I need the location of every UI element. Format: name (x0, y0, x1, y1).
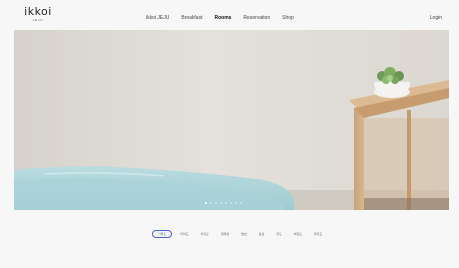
page: ikkoi JEJU ikkoi JEJU Breakfast Rooms Re… (0, 0, 459, 268)
hero-image (14, 30, 449, 210)
room-tabs: 가파도 마라도 차귀도 형제섬 범섬 섶섬 우도 비양도 제주도 (152, 230, 334, 238)
tab-gapado[interactable]: 가파도 (152, 230, 173, 238)
tab-jejudo[interactable]: 제주도 (314, 232, 322, 236)
site-header: ikkoi JEJU ikkoi JEJU Breakfast Rooms Re… (0, 0, 459, 30)
logo[interactable]: ikkoi JEJU (24, 5, 52, 23)
tab-biyangdo[interactable]: 비양도 (294, 232, 302, 236)
nav-item-reservation[interactable]: Reservation (243, 15, 270, 21)
logo-text: ikkoi (24, 5, 52, 18)
slide-dot[interactable] (230, 202, 232, 204)
login-link[interactable]: Login (430, 15, 442, 21)
slide-indicators (205, 202, 242, 204)
slide-dot[interactable] (210, 202, 212, 204)
slide-dot[interactable] (235, 202, 237, 204)
tab-seopseom[interactable]: 섶섬 (259, 232, 265, 236)
nav-item-ikkoi-jeju[interactable]: ikkoi JEJU (146, 15, 169, 21)
slide-dot[interactable] (225, 202, 227, 204)
tab-marado[interactable]: 마라도 (180, 232, 188, 236)
room-photo (14, 30, 449, 210)
tab-beomseom[interactable]: 범섬 (241, 232, 247, 236)
slide-dot[interactable] (240, 202, 242, 204)
slide-dot-active[interactable] (205, 202, 207, 204)
slide-dot[interactable] (220, 202, 222, 204)
logo-subtext: JEJU (32, 18, 44, 22)
nav-item-breakfast[interactable]: Breakfast (181, 15, 202, 21)
nav-item-rooms[interactable]: Rooms (214, 15, 231, 21)
main-nav: ikkoi JEJU Breakfast Rooms Reservation S… (146, 15, 306, 21)
nav-item-shop[interactable]: Shop (282, 15, 294, 21)
tab-hyeongjeseom[interactable]: 형제섬 (221, 232, 229, 236)
tab-udo[interactable]: 우도 (276, 232, 282, 236)
tab-chagwido[interactable]: 차귀도 (201, 232, 209, 236)
slide-dot[interactable] (215, 202, 217, 204)
